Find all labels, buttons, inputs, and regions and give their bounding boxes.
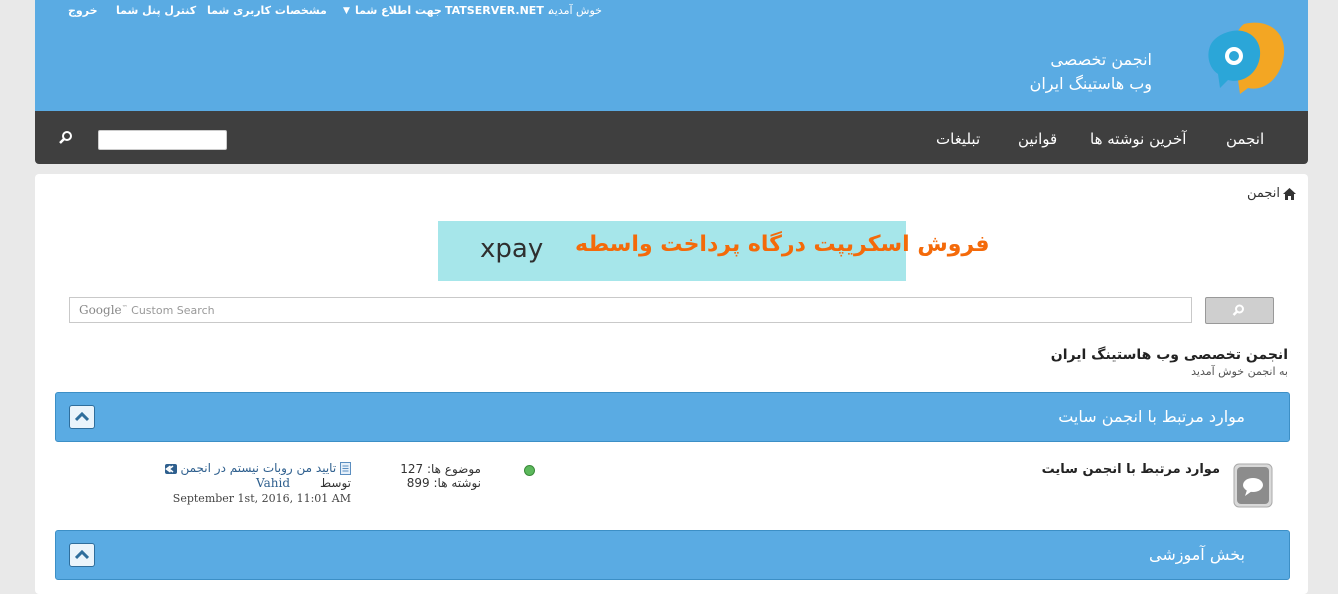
nav-item-ads[interactable]: تبلیغات xyxy=(936,130,980,148)
site-name: انجمن تخصصی وب هاستینگ ایران xyxy=(1030,48,1152,96)
goto-last-post-icon[interactable] xyxy=(164,463,177,474)
banner-text-en: xpay xyxy=(480,234,544,264)
by-label: توسط xyxy=(320,476,351,490)
forum-link[interactable]: موارد مرتبط با انجمن سایت xyxy=(1042,462,1220,477)
nav-item-forum[interactable]: انجمن xyxy=(1226,130,1264,148)
document-icon xyxy=(340,462,351,475)
posts-label: نوشته ها: xyxy=(433,476,482,490)
ad-banner[interactable]: فروش اسکریپت درگاه پرداخت واسطه xpay xyxy=(438,221,990,281)
last-post-title-link[interactable]: تایید من روبات نیستم در انجمن xyxy=(180,461,336,475)
site-name-line2: وب هاستینگ ایران xyxy=(1029,74,1152,93)
forum-stats: موضوع ها: 127 نوشته ها: 899 xyxy=(396,462,481,490)
category-title[interactable]: موارد مرتبط با انجمن سایت xyxy=(1058,407,1245,426)
chevron-up-icon xyxy=(75,550,89,560)
collapse-button[interactable] xyxy=(69,405,95,429)
search-icon xyxy=(1232,304,1244,316)
home-icon[interactable] xyxy=(1283,188,1296,200)
chevron-down-icon: ▼ xyxy=(343,6,350,16)
google-search-button[interactable] xyxy=(1205,297,1274,324)
google-search-input[interactable]: Google™ Custom Search xyxy=(69,297,1192,323)
check-icon xyxy=(524,465,535,476)
welcome-text: خوش آمدید xyxy=(549,4,602,17)
banner-text-fa: فروش اسکریپت درگاه پرداخت واسطه xyxy=(575,232,990,257)
nav-item-latest-posts[interactable]: آخرین نوشته ها xyxy=(1090,130,1186,148)
main-content: انجمن فروش اسکریپت درگاه پرداخت واسطه xp… xyxy=(35,174,1308,594)
collapse-button[interactable] xyxy=(69,543,95,567)
main-nav: انجمن آخرین نوشته ها قوانین تبلیغات xyxy=(35,111,1308,164)
nav-search-input[interactable] xyxy=(98,130,227,150)
google-brand: Google xyxy=(79,303,122,317)
chevron-up-icon xyxy=(75,412,89,422)
breadcrumb[interactable]: انجمن xyxy=(1247,186,1280,201)
forum-status-icon xyxy=(1233,463,1273,508)
google-placeholder-text: Custom Search xyxy=(131,304,215,317)
notifications-link[interactable]: جهت اطلاع شما xyxy=(355,4,442,17)
google-tm: ™ xyxy=(121,304,128,312)
search-icon[interactable] xyxy=(58,130,74,146)
threads-value: 127 xyxy=(400,462,424,476)
notifications-dropdown[interactable]: ▼ xyxy=(343,4,350,17)
forum-title: انجمن تخصصی وب هاستینگ ایران xyxy=(1050,347,1288,363)
category-title[interactable]: بخش آموزشی xyxy=(1149,545,1245,564)
posts-value: 899 xyxy=(406,476,430,490)
username-link[interactable]: TATSERVER.NET ، xyxy=(445,4,552,17)
category-header: بخش آموزشی xyxy=(55,530,1290,580)
last-post: تایید من روبات نیستم در انجمن توسط Vahid… xyxy=(143,461,351,506)
logout-link[interactable]: خروج xyxy=(68,4,98,17)
profile-link[interactable]: مشخصات کاربری شما xyxy=(207,4,327,17)
forum-subtitle: به انجمن خوش آمدید xyxy=(1191,365,1288,378)
site-name-line1: انجمن تخصصی xyxy=(1050,50,1152,69)
last-post-date: September 1st, 2016, 11:01 AM xyxy=(172,492,351,505)
site-logo[interactable] xyxy=(1188,18,1288,96)
category-header: موارد مرتبط با انجمن سایت xyxy=(55,392,1290,442)
last-post-user-link[interactable]: Vahid xyxy=(256,476,290,490)
threads-label: موضوع ها: xyxy=(426,462,481,476)
google-search-placeholder: Google™ Custom Search xyxy=(79,303,215,317)
nav-item-rules[interactable]: قوانین xyxy=(1018,130,1057,148)
control-panel-link[interactable]: کنترل پنل شما xyxy=(116,4,196,17)
